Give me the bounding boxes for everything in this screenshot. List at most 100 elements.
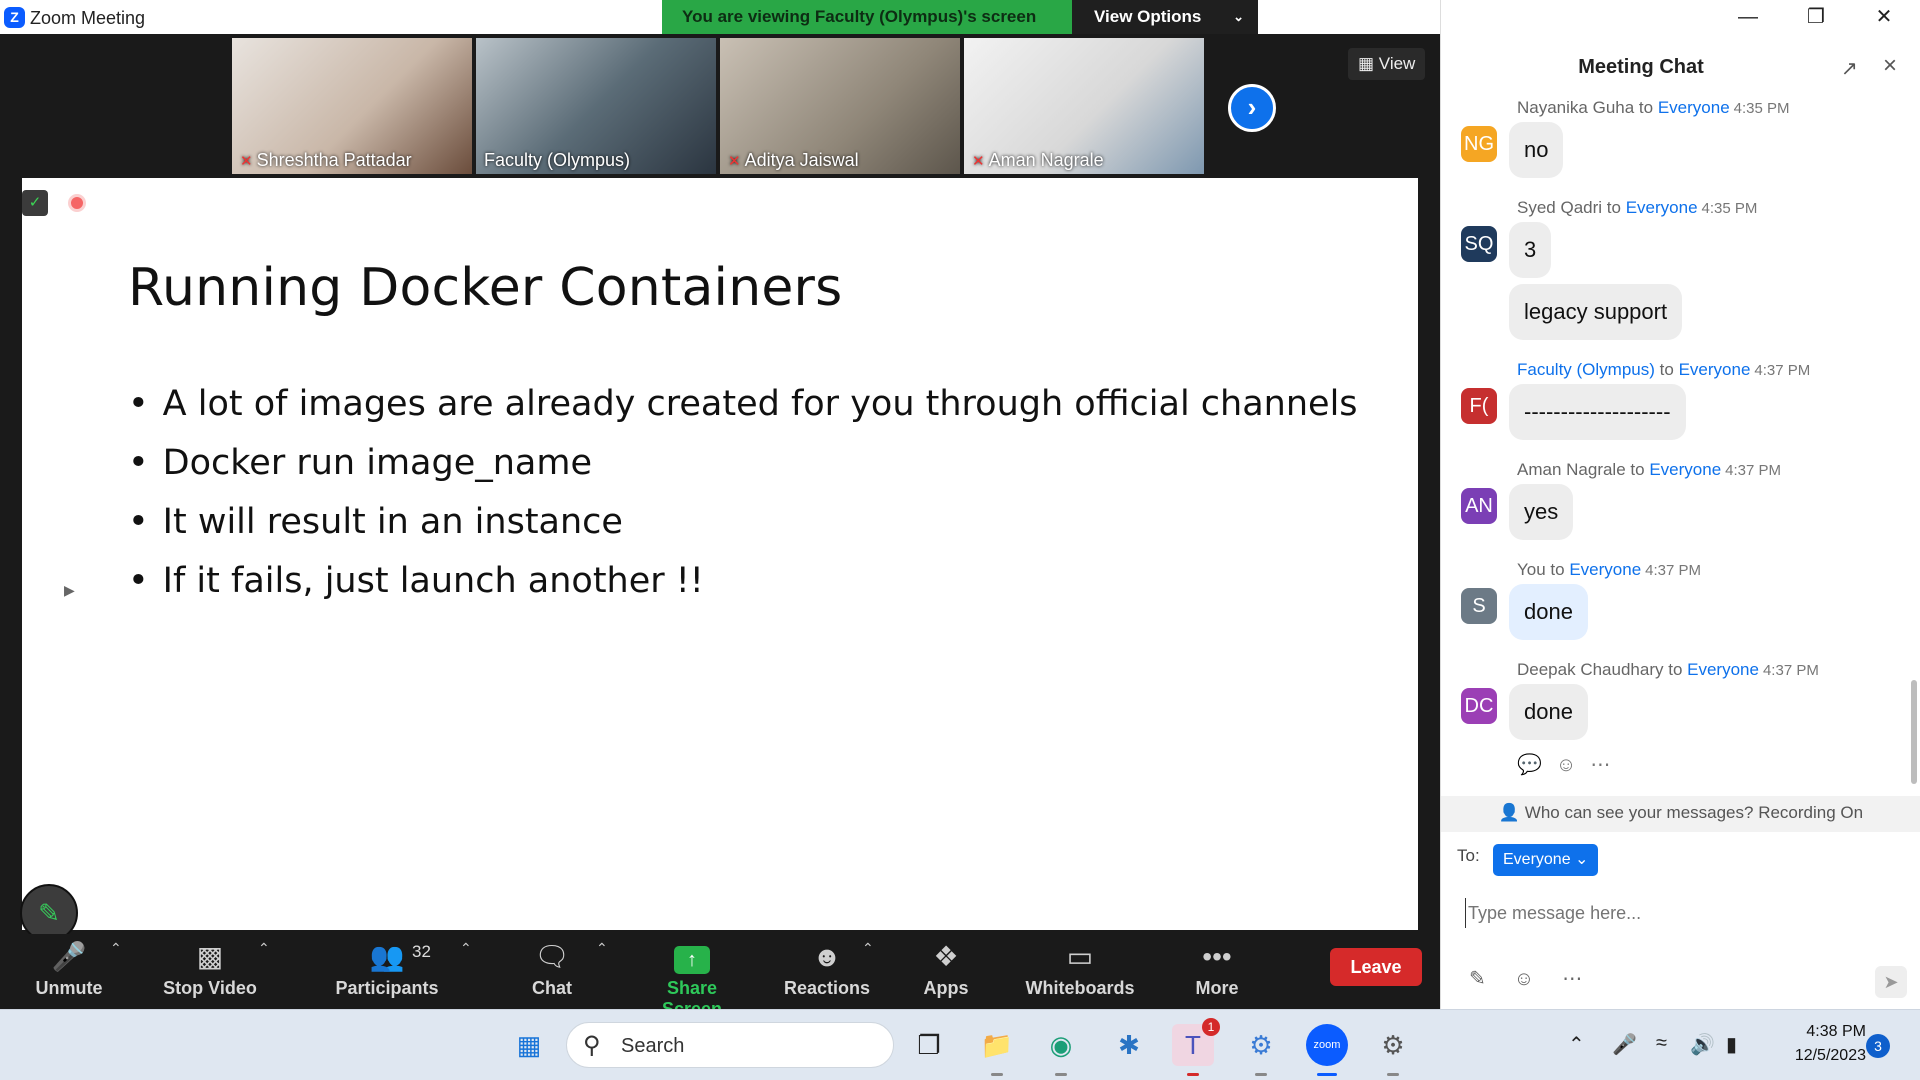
participant-tile[interactable]: ✕ Shreshtha Pattadar <box>232 38 472 174</box>
add-reaction-icon[interactable]: ☺ <box>1556 754 1590 776</box>
taskbar-clock[interactable]: 4:38 PM 12/5/2023 <box>1766 1020 1866 1068</box>
reactions-options-caret-icon[interactable]: ⌃ <box>862 940 874 957</box>
settings-gear-icon[interactable]: ⚙ <box>1372 1024 1414 1076</box>
notification-badge[interactable]: 3 <box>1866 1034 1890 1058</box>
message-bubble[interactable]: -------------------- <box>1509 384 1686 440</box>
message-recipient[interactable]: Everyone <box>1658 98 1730 117</box>
chat-title: Meeting Chat <box>1578 56 1704 78</box>
message-bubble[interactable]: legacy support <box>1509 284 1683 340</box>
message-time: 4:37 PM <box>1762 662 1819 679</box>
taskbar-search[interactable]: ⚲ Search <box>566 1022 894 1068</box>
participant-tile[interactable]: ✕ Aman Nagrale <box>964 38 1204 174</box>
video-options-caret-icon[interactable]: ⌃ <box>258 940 270 957</box>
reply-icon[interactable]: 💬 <box>1517 754 1556 776</box>
message-sender: You <box>1517 560 1546 579</box>
message-to: to <box>1630 460 1645 479</box>
recording-indicator-icon[interactable] <box>68 194 86 212</box>
message-sender[interactable]: Faculty (Olympus) <box>1517 360 1655 379</box>
next-participants-button[interactable]: › <box>1228 84 1276 132</box>
view-options-label: View Options <box>1094 7 1202 26</box>
audio-options-caret-icon[interactable]: ⌃ <box>110 940 122 957</box>
video-camera-icon: ▩ <box>196 941 224 972</box>
chat-button[interactable]: 🗨 Chat <box>522 934 582 1009</box>
emoji-icon[interactable]: ☺ <box>1514 968 1534 990</box>
wifi-icon[interactable]: ≈ <box>1656 1032 1667 1055</box>
mouse-cursor-icon: ▶ <box>64 582 75 598</box>
message-visibility-notice[interactable]: 👤 Who can see your messages? Recording O… <box>1441 796 1920 832</box>
restore-icon[interactable]: ❐ <box>1793 2 1839 32</box>
message-recipient[interactable]: Everyone <box>1569 560 1641 579</box>
message-time: 4:37 PM <box>1754 362 1811 379</box>
participant-tile-active-speaker[interactable]: Faculty (Olympus) <box>476 38 716 174</box>
chat-scrollbar[interactable] <box>1911 680 1917 784</box>
windows-start-icon[interactable]: ▦ <box>508 1024 550 1066</box>
message-bubble[interactable]: yes <box>1509 484 1574 540</box>
participants-count: 32 <box>412 942 431 961</box>
to-label: To: <box>1457 846 1480 865</box>
message-bubble[interactable]: done <box>1509 684 1588 740</box>
chat-options-caret-icon[interactable]: ⌃ <box>596 940 608 957</box>
apps-button[interactable]: ❖ Apps <box>916 934 976 1009</box>
zoom-app-icon[interactable]: zoom <box>1306 1024 1348 1076</box>
microphone-icon[interactable]: 🎤 <box>1612 1032 1637 1057</box>
running-indicator <box>1255 1073 1267 1076</box>
view-options-button[interactable]: View Options ⌄ <box>1072 0 1258 34</box>
leave-button[interactable]: Leave <box>1330 948 1422 986</box>
chevron-up-icon[interactable]: ⌃ <box>1568 1032 1585 1057</box>
more-button[interactable]: ••• More <box>1188 934 1246 1009</box>
file-explorer-icon[interactable]: 📁 <box>976 1024 1018 1076</box>
pencil-icon: ✎ <box>38 898 60 928</box>
message-recipient[interactable]: Everyone <box>1679 360 1751 379</box>
participant-name: Aman Nagrale <box>988 150 1104 170</box>
participant-tile[interactable]: ✕ Aditya Jaiswal <box>720 38 960 174</box>
message-recipient[interactable]: Everyone <box>1626 198 1698 217</box>
view-button[interactable]: ▦ View <box>1348 48 1426 80</box>
recipient-dropdown[interactable]: Everyone ⌄ <box>1493 844 1599 876</box>
unmute-button[interactable]: 🎤 Unmute <box>24 934 114 1009</box>
more-dots-icon[interactable]: ⋯ <box>1562 968 1582 990</box>
chat-message-list[interactable]: Nayanika Guha to Everyone 4:35 PM NG no S… <box>1441 96 1911 796</box>
meeting-toolbar: 🎤 Unmute ⌃ ▩ Stop Video ⌃ 👥 Participants… <box>0 934 1440 1019</box>
format-text-icon[interactable]: ✎ <box>1469 968 1486 990</box>
send-icon[interactable]: ➤ <box>1875 966 1907 998</box>
control-panel-icon[interactable]: ⚙ <box>1240 1024 1282 1076</box>
task-view-icon[interactable]: ❐ <box>908 1024 950 1066</box>
teams-icon[interactable]: T1 <box>1172 1018 1220 1076</box>
mic-muted-icon: 🎤 <box>51 941 87 972</box>
message-recipient[interactable]: Everyone <box>1687 660 1759 679</box>
pop-out-icon[interactable]: ↗ <box>1841 56 1858 81</box>
message-input[interactable] <box>1465 898 1905 928</box>
reactions-button[interactable]: ☻ Reactions <box>780 934 874 1009</box>
share-arrow-icon: ↑ <box>674 946 710 974</box>
message-bubble[interactable]: no <box>1509 122 1564 178</box>
volume-icon[interactable]: 🔊 <box>1690 1032 1715 1057</box>
message-sender: Nayanika Guha <box>1517 98 1635 117</box>
zoom-logo-icon: Z <box>4 7 25 28</box>
message-time: 4:35 PM <box>1733 100 1790 117</box>
apps-icon: ❖ <box>933 941 959 972</box>
message-bubble[interactable]: done <box>1509 584 1588 640</box>
whiteboards-button[interactable]: ▭ Whiteboards <box>1020 934 1140 1009</box>
running-indicator <box>991 1073 1003 1076</box>
apps-label: Apps <box>923 978 969 998</box>
stop-video-button[interactable]: ▩ Stop Video <box>160 934 260 1009</box>
close-icon[interactable]: × <box>1883 52 1897 80</box>
shield-check-icon[interactable]: ✓ <box>22 190 48 216</box>
message-time: 4:35 PM <box>1701 200 1758 217</box>
running-indicator <box>1187 1073 1199 1076</box>
avatar: SQ <box>1461 226 1497 262</box>
minimize-icon[interactable]: — <box>1725 2 1771 32</box>
participant-name: Shreshtha Pattadar <box>256 150 412 170</box>
message-recipient[interactable]: Everyone <box>1649 460 1721 479</box>
share-screen-button[interactable]: ↑ Share Screen <box>636 934 748 1019</box>
more-options-icon[interactable]: ⋯ <box>1590 754 1624 776</box>
participants-options-caret-icon[interactable]: ⌃ <box>460 940 472 957</box>
recipient-value: Everyone <box>1503 851 1571 868</box>
battery-icon[interactable]: ▮ <box>1726 1032 1737 1057</box>
edge-browser-icon[interactable]: ◉ <box>1040 1024 1082 1076</box>
snipping-tool-icon[interactable]: ✱ <box>1108 1024 1150 1066</box>
message-bubble[interactable]: 3 <box>1509 222 1552 278</box>
participant-name: Aditya Jaiswal <box>744 150 859 170</box>
message-to: to <box>1638 98 1654 117</box>
close-window-icon[interactable]: ✕ <box>1861 2 1907 32</box>
